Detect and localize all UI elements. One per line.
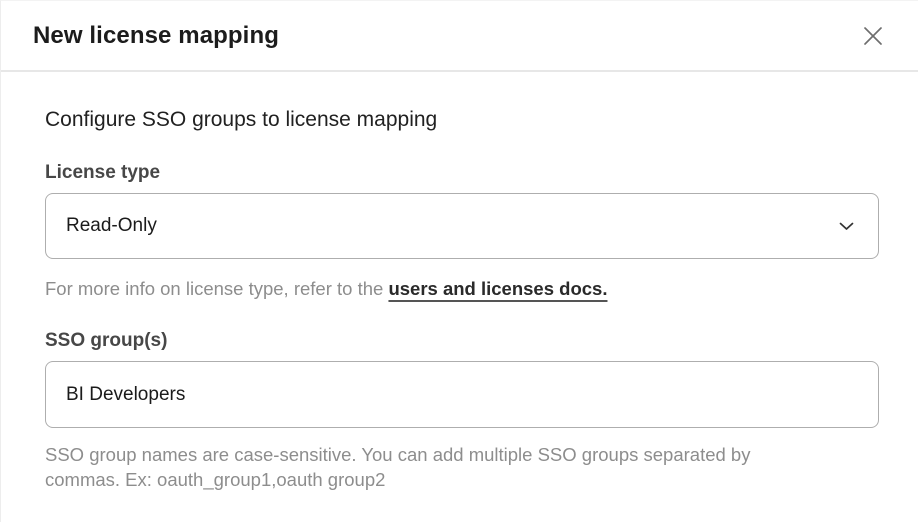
license-type-help-prefix: For more info on license type, refer to … bbox=[45, 278, 388, 299]
license-type-select[interactable]: Read-Only bbox=[45, 193, 879, 259]
sso-groups-field: SSO group(s) SSO group names are case-se… bbox=[45, 330, 878, 492]
users-licenses-docs-link[interactable]: users and licenses docs. bbox=[388, 278, 607, 299]
config-heading: Configure SSO groups to license mapping bbox=[45, 108, 878, 132]
new-license-mapping-modal: New license mapping Configure SSO groups… bbox=[0, 0, 918, 522]
modal-header: New license mapping bbox=[1, 1, 918, 72]
license-type-selected-value: Read-Only bbox=[66, 215, 157, 237]
modal-body: Configure SSO groups to license mapping … bbox=[1, 72, 918, 492]
sso-groups-help-text: SSO group names are case-sensitive. You … bbox=[45, 442, 785, 492]
modal-title: New license mapping bbox=[33, 22, 279, 50]
close-icon bbox=[860, 23, 886, 49]
close-button[interactable] bbox=[856, 19, 890, 53]
license-type-help-text: For more info on license type, refer to … bbox=[45, 276, 878, 301]
license-type-label: License type bbox=[45, 162, 878, 184]
sso-groups-input[interactable] bbox=[45, 361, 879, 428]
chevron-down-icon bbox=[839, 222, 854, 231]
sso-groups-label: SSO group(s) bbox=[45, 330, 878, 352]
license-type-field: License type Read-Only For more info on … bbox=[45, 162, 878, 301]
